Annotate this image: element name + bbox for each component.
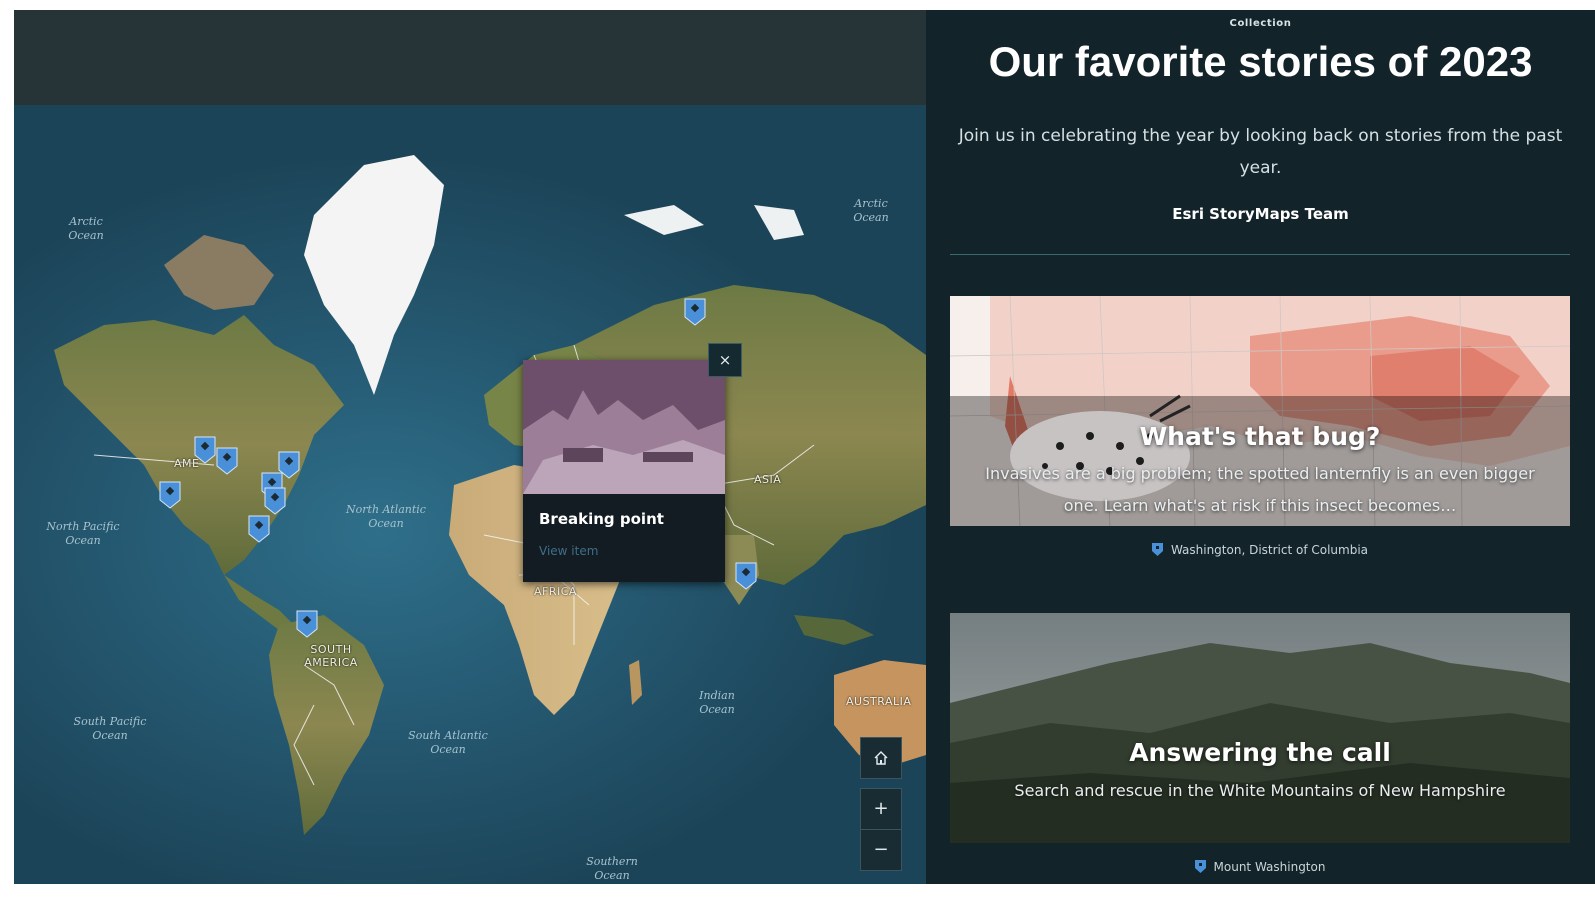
popup-close-button[interactable]: × (708, 343, 742, 377)
arctic-ice-2 (754, 205, 804, 240)
madagascar-land (629, 660, 642, 705)
popup-title: Breaking point (539, 510, 664, 528)
ocean-label-south-atlantic: South Atlantic Ocean (408, 729, 488, 756)
location-pin-icon (1194, 860, 1206, 873)
home-button[interactable] (860, 737, 902, 779)
land-label-africa: AFRICA (534, 585, 577, 598)
greenland (304, 155, 444, 395)
arctic-islands (164, 235, 274, 310)
minus-icon: − (873, 839, 889, 860)
ocean-label-arctic-west: Arctic Ocean (68, 215, 104, 242)
map-pin[interactable] (215, 446, 239, 476)
popup-thumbnail-art (523, 360, 725, 494)
collection-panel: Collection Our favorite stories of 2023 … (926, 10, 1595, 884)
popup-view-item-link[interactable]: View item (539, 544, 598, 558)
card-image-mountains (950, 613, 1570, 843)
land-label-australia: AUSTRALIA (846, 695, 912, 708)
plus-icon: + (873, 798, 889, 819)
story-card[interactable]: Answering the call Search and rescue in … (950, 613, 1570, 884)
map-pin[interactable] (158, 480, 182, 510)
divider (950, 254, 1570, 255)
card-location-label: Mount Washington (1213, 860, 1326, 874)
land-label-south-america: SOUTH AMERICA (304, 643, 358, 669)
map-pin[interactable] (295, 609, 319, 639)
zoom-out-button[interactable]: − (860, 829, 902, 871)
card-location-label: Washington, District of Columbia (1170, 543, 1369, 557)
ocean-label-north-atlantic: North Atlantic Ocean (346, 503, 426, 530)
ocean-label-arctic-east: Arctic Ocean (853, 197, 889, 224)
location-pin-icon (1151, 543, 1163, 556)
collection-title: Our favorite stories of 2023 (988, 38, 1533, 85)
map-pin[interactable] (734, 561, 758, 591)
card-title: Answering the call (1129, 738, 1391, 767)
home-icon (874, 751, 888, 765)
map-pin-icon (296, 610, 318, 638)
map-pin-icon (684, 298, 706, 326)
arctic-ice (624, 205, 704, 235)
map-pin-icon (194, 436, 216, 464)
map-view[interactable]: Arctic Ocean Arctic Ocean North Pacific … (14, 105, 926, 884)
map-pin-icon (248, 515, 270, 543)
card-description: Search and rescue in the White Mountains… (1014, 781, 1506, 800)
story-card[interactable]: What's that bug? Invasives are a big pro… (950, 296, 1570, 586)
zoom-in-button[interactable]: + (860, 788, 902, 830)
map-pin-icon (159, 481, 181, 509)
collection-subtitle: Join us in celebrating the year by looki… (958, 126, 1563, 178)
map-pin-icon (216, 447, 238, 475)
ocean-label-indian: Indian Ocean (699, 689, 735, 716)
ocean-label-north-pacific: North Pacific Ocean (46, 520, 120, 547)
card-location: Mount Washington (950, 860, 1570, 874)
map-pin[interactable] (263, 486, 287, 516)
app-frame: Arctic Ocean Arctic Ocean North Pacific … (14, 10, 1595, 884)
world-basemap (54, 155, 926, 835)
card-description: Invasives are a big problem; the spotted… (985, 464, 1535, 515)
central-america (224, 575, 294, 630)
card-title: What's that bug? (1139, 422, 1381, 451)
card-location: Washington, District of Columbia (950, 543, 1570, 557)
map-pin[interactable] (247, 514, 271, 544)
map-pin-icon (264, 487, 286, 515)
ocean-label-southern: Southern Ocean (586, 855, 638, 882)
map-popup[interactable]: Breaking point View item (523, 360, 725, 582)
map-pin[interactable] (683, 297, 707, 327)
map-pin-icon (735, 562, 757, 590)
ocean-label-south-pacific: South Pacific Ocean (73, 715, 147, 742)
collection-eyebrow: Collection (1229, 18, 1292, 29)
popup-thumbnail (523, 360, 725, 494)
collection-author: Esri StoryMaps Team (1172, 205, 1349, 223)
map-pin[interactable] (193, 435, 217, 465)
close-icon: × (718, 351, 732, 369)
map-header (14, 10, 926, 105)
land-label-asia: ASIA (754, 473, 782, 486)
indonesia-land (794, 615, 874, 645)
card-image-art (950, 613, 1570, 843)
